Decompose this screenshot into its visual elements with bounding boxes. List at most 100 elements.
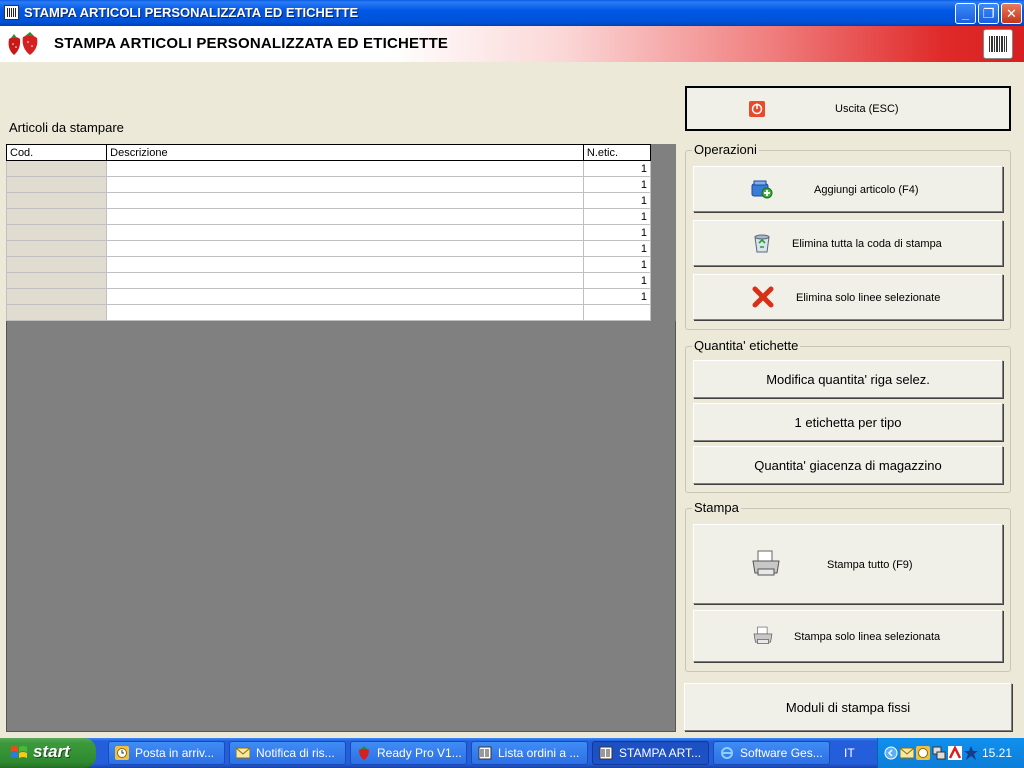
- language-indicator[interactable]: IT: [844, 746, 855, 760]
- power-icon: [749, 101, 765, 117]
- strawberry-logo-icon: [8, 32, 38, 55]
- cell-qty[interactable]: [582, 304, 652, 321]
- cell-cod[interactable]: [5, 208, 108, 225]
- table-row[interactable]: 1: [5, 224, 652, 241]
- strawberry-icon: [359, 746, 369, 760]
- cell-desc[interactable]: [106, 176, 584, 193]
- cell-qty[interactable]: 1: [582, 288, 652, 305]
- stock-quantity-button[interactable]: Quantita' giacenza di magazzino: [693, 446, 1003, 484]
- clock[interactable]: 15.21: [982, 746, 1012, 760]
- star-tray-icon[interactable]: [964, 746, 978, 760]
- table-row[interactable]: 1: [5, 272, 652, 289]
- taskbar-item[interactable]: Notifica di ris...: [229, 741, 346, 765]
- taskbar-item[interactable]: Posta in arriv...: [108, 741, 225, 765]
- system-tray: 15.21: [877, 738, 1024, 768]
- modify-quantity-button[interactable]: Modifica quantita' riga selez.: [693, 360, 1003, 398]
- table-row[interactable]: 1: [5, 288, 652, 305]
- grid-label: Articoli da stampare: [9, 120, 124, 135]
- column-header-netic[interactable]: N.etic.: [582, 144, 652, 161]
- windows-flag-icon: [11, 746, 27, 758]
- stock-quantity-label: Quantita' giacenza di magazzino: [754, 457, 942, 473]
- maximize-button[interactable]: ❐: [978, 3, 999, 24]
- cell-desc[interactable]: [106, 208, 584, 225]
- taskbar-item[interactable]: Software Ges...: [713, 741, 830, 765]
- table-row[interactable]: [5, 304, 652, 321]
- cell-desc[interactable]: [106, 256, 584, 273]
- exit-button-label: Uscita (ESC): [835, 103, 899, 115]
- cell-desc[interactable]: [106, 160, 584, 177]
- cell-qty[interactable]: 1: [582, 160, 652, 177]
- print-all-label: Stampa tutto (F9): [827, 559, 913, 571]
- cell-desc[interactable]: [106, 272, 584, 289]
- table-row[interactable]: 1: [5, 240, 652, 257]
- fixed-modules-button[interactable]: Moduli di stampa fissi: [684, 683, 1012, 731]
- quantita-title: Quantita' etichette: [692, 338, 801, 353]
- table-row[interactable]: 1: [5, 256, 652, 273]
- antivirus-tray-icon[interactable]: [948, 746, 962, 760]
- cell-qty[interactable]: 1: [582, 272, 652, 289]
- print-selected-button[interactable]: Stampa solo linea selezionata: [693, 610, 1003, 662]
- window-titlebar[interactable]: STAMPA ARTICOLI PERSONALIZZATA ED ETICHE…: [0, 0, 1024, 26]
- printer-small-icon: [753, 626, 773, 644]
- one-label-per-type-button[interactable]: 1 etichetta per tipo: [693, 403, 1003, 441]
- one-label-per-type-label: 1 etichetta per tipo: [794, 414, 902, 430]
- table-row[interactable]: 1: [5, 160, 652, 177]
- barcode-icon: [983, 29, 1013, 59]
- app-icon: [478, 746, 492, 760]
- cell-cod[interactable]: [5, 240, 108, 257]
- app-icon: [4, 5, 19, 20]
- taskbar-item[interactable]: Ready Pro V1...: [350, 741, 467, 765]
- cell-desc[interactable]: [106, 288, 584, 305]
- cell-qty[interactable]: 1: [582, 256, 652, 273]
- articles-grid[interactable]: Cod. Descrizione N.etic. 1 1 1 1 1 1 1 1…: [5, 144, 652, 321]
- cell-cod[interactable]: [5, 256, 108, 273]
- mail-icon: [236, 747, 250, 759]
- delete-selected-button[interactable]: Elimina solo linee selezionate: [693, 274, 1003, 320]
- taskbar: start Posta in arriv... Notifica di ris.…: [0, 738, 1024, 768]
- delete-all-button[interactable]: Elimina tutta la coda di stampa: [693, 220, 1003, 266]
- cell-cod[interactable]: [5, 288, 108, 305]
- cell-cod[interactable]: [5, 304, 108, 321]
- taskbar-item[interactable]: Lista ordini a ...: [471, 741, 588, 765]
- clock-tray-icon[interactable]: [916, 746, 930, 760]
- mail-tray-icon[interactable]: [900, 746, 914, 760]
- cell-desc[interactable]: [106, 240, 584, 257]
- grid-scroll-area: [651, 144, 676, 321]
- cell-qty[interactable]: 1: [582, 176, 652, 193]
- start-label: start: [33, 742, 70, 761]
- exit-button[interactable]: Uscita (ESC): [685, 86, 1011, 131]
- ie-icon: [721, 747, 733, 759]
- clock-icon: [115, 746, 129, 760]
- cell-qty[interactable]: 1: [582, 224, 652, 241]
- cell-cod[interactable]: [5, 272, 108, 289]
- header-banner: STAMPA ARTICOLI PERSONALIZZATA ED ETICHE…: [0, 26, 1024, 62]
- cell-cod[interactable]: [5, 224, 108, 241]
- cell-desc[interactable]: [106, 304, 584, 321]
- tray-expand-icon[interactable]: [884, 746, 898, 760]
- column-header-cod[interactable]: Cod.: [5, 144, 108, 161]
- add-basket-icon: [751, 180, 773, 199]
- add-article-button[interactable]: Aggiungi articolo (F4): [693, 166, 1003, 212]
- taskbar-item-active[interactable]: STAMPA ART...: [592, 741, 709, 765]
- banner-title: STAMPA ARTICOLI PERSONALIZZATA ED ETICHE…: [54, 35, 449, 52]
- print-all-button[interactable]: Stampa tutto (F9): [693, 524, 1003, 604]
- table-row[interactable]: 1: [5, 192, 652, 209]
- cell-qty[interactable]: 1: [582, 240, 652, 257]
- table-row[interactable]: 1: [5, 176, 652, 193]
- network-tray-icon[interactable]: [932, 746, 946, 760]
- window-title: STAMPA ARTICOLI PERSONALIZZATA ED ETICHE…: [24, 5, 359, 20]
- cell-cod[interactable]: [5, 176, 108, 193]
- cell-cod[interactable]: [5, 192, 108, 209]
- table-row[interactable]: 1: [5, 208, 652, 225]
- minimize-button[interactable]: _: [955, 3, 976, 24]
- cell-desc[interactable]: [106, 224, 584, 241]
- stampa-title: Stampa: [692, 500, 741, 515]
- cell-cod[interactable]: [5, 160, 108, 177]
- cell-qty[interactable]: 1: [582, 208, 652, 225]
- cell-desc[interactable]: [106, 192, 584, 209]
- operazioni-title: Operazioni: [692, 142, 759, 157]
- column-header-descrizione[interactable]: Descrizione: [106, 144, 584, 161]
- cell-qty[interactable]: 1: [582, 192, 652, 209]
- close-button[interactable]: ✕: [1001, 3, 1022, 24]
- start-button[interactable]: start: [0, 738, 96, 768]
